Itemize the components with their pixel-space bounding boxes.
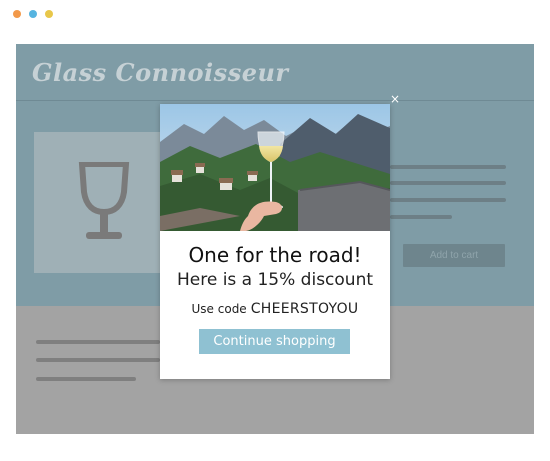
popup-subtitle: Here is a 15% discount (176, 270, 374, 290)
discount-code[interactable]: CHEERSTOYOU (251, 301, 359, 317)
alpine-wine-photo (160, 104, 390, 231)
code-prefix: Use code (191, 302, 247, 316)
add-to-cart-button[interactable]: Add to cart (403, 244, 505, 267)
site-header: Glass Connoisseur (16, 44, 534, 101)
text-line (390, 165, 506, 169)
text-line (36, 358, 160, 362)
text-line (390, 181, 506, 185)
minimize-dot[interactable] (29, 10, 37, 18)
popup-title: One for the road! (188, 243, 362, 267)
site-logo[interactable]: Glass Connoisseur (32, 58, 289, 87)
close-icon[interactable]: × (389, 92, 401, 106)
zoom-dot[interactable] (45, 10, 53, 18)
product-image (34, 132, 174, 273)
wine-glass-icon (78, 162, 130, 239)
text-line (390, 215, 452, 219)
text-line (390, 198, 506, 202)
text-line (36, 340, 160, 344)
text-line (36, 377, 136, 381)
discount-code-line: Use code CHEERSTOYOU (160, 298, 390, 317)
close-dot[interactable] (13, 10, 21, 18)
continue-shopping-button[interactable]: Continue shopping (199, 329, 350, 354)
window-controls (13, 10, 53, 18)
discount-popup: One for the road! Here is a 15% discount… (160, 104, 390, 379)
